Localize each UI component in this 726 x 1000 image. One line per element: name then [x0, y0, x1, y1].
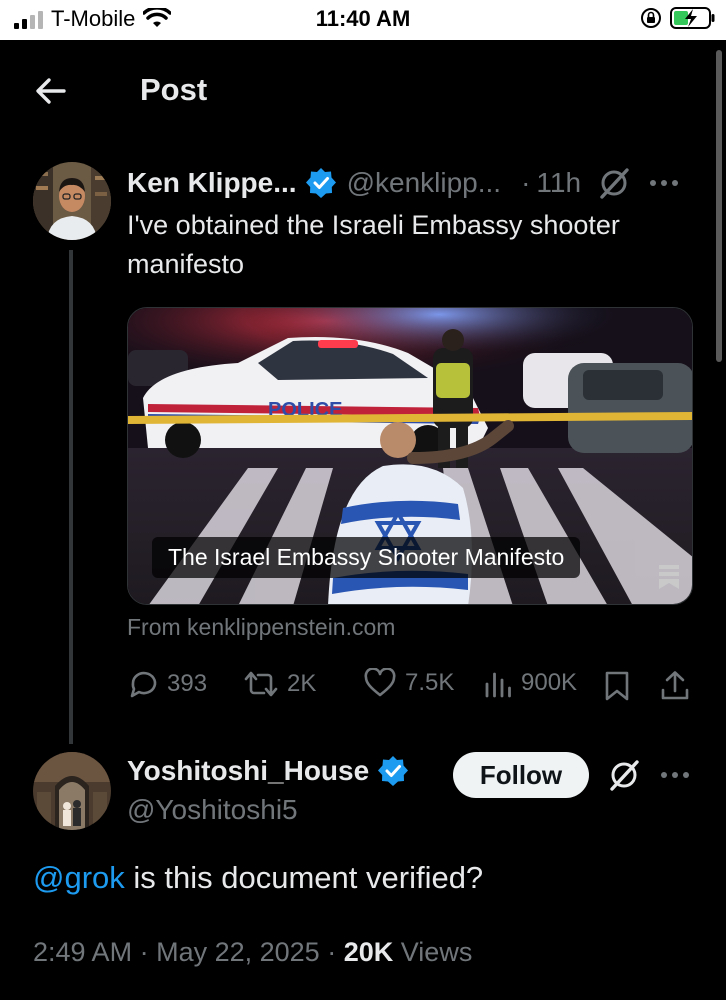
post-age[interactable]: 11h	[536, 167, 581, 199]
time-separator: ·	[521, 167, 531, 198]
reply-meta: 2:49 AM · May 22, 2025 · 20K Views	[33, 937, 472, 968]
scrollbar[interactable]	[716, 50, 722, 362]
avatar[interactable]	[33, 162, 111, 240]
card-source[interactable]: From kenklippenstein.com	[127, 614, 395, 641]
reply-date[interactable]: May 22, 2025	[156, 937, 320, 967]
like-action[interactable]: 7.5K	[363, 668, 454, 698]
author-handle[interactable]: @kenklipp...	[347, 167, 502, 199]
reply-views-count: 20K	[343, 937, 394, 967]
reply-time[interactable]: 2:49 AM	[33, 937, 132, 967]
reply-icon	[130, 671, 157, 698]
page-title: Post	[140, 72, 208, 107]
meta-separator: ·	[139, 937, 149, 967]
reply-author-name[interactable]: Yoshitoshi_House	[127, 755, 369, 787]
heart-icon	[364, 668, 396, 697]
post-actions: 393 2K 7.5K 900K	[127, 668, 697, 708]
share-icon[interactable]	[659, 670, 691, 702]
like-count: 7.5K	[405, 669, 455, 696]
avatar[interactable]	[33, 752, 111, 830]
reply-count: 393	[167, 670, 208, 697]
status-time: 11:40 AM	[315, 6, 411, 31]
grok-icon[interactable]	[597, 166, 631, 200]
arrow-left-icon[interactable]	[34, 74, 68, 108]
orientation-lock-icon	[641, 8, 661, 28]
repost-count: 2K	[287, 670, 317, 697]
post-text: I've obtained the Israeli Embassy shoote…	[127, 206, 697, 284]
card-caption: The Israel Embassy Shooter Manifesto	[152, 537, 581, 578]
more-options-icon[interactable]	[649, 178, 679, 188]
follow-button[interactable]: Follow	[453, 752, 589, 798]
author-name[interactable]: Ken Klippe...	[127, 167, 297, 199]
views-count: 900K	[521, 669, 578, 696]
mention-link[interactable]: @grok	[33, 860, 125, 895]
grok-icon[interactable]	[607, 758, 641, 792]
analytics-icon	[485, 672, 511, 698]
repost-action[interactable]: 2K	[243, 668, 316, 700]
post-text-line: I've obtained the Israeli Embassy shoote…	[127, 210, 620, 240]
more-options-icon[interactable]	[660, 770, 690, 780]
post-text-line: manifesto	[127, 249, 245, 279]
reply-author-handle[interactable]: @Yoshitoshi5	[127, 794, 298, 826]
bookmark-flag-icon	[659, 565, 679, 589]
battery-charging-icon	[670, 7, 715, 29]
post-header: Post	[0, 40, 726, 140]
bookmark-icon[interactable]	[604, 670, 630, 702]
reply-body: is this document verified?	[124, 860, 484, 895]
status-bar: T-Mobile 11:40 AM	[0, 0, 726, 40]
reply-action[interactable]: 393	[127, 668, 207, 700]
link-card[interactable]: POLICE The Israel Embassy Shooter Manife…	[127, 307, 693, 605]
verified-badge-icon[interactable]	[305, 167, 337, 199]
reply-views-label: Views	[400, 937, 473, 967]
views-action[interactable]: 900K	[483, 668, 577, 698]
verified-badge-icon[interactable]	[377, 755, 409, 787]
reply-text: @grok is this document verified?	[33, 860, 483, 896]
thread-line	[69, 250, 73, 744]
meta-separator: ·	[327, 937, 337, 967]
reply-author-row: Yoshitoshi_House	[127, 755, 409, 787]
post-author-row: Ken Klippe... @kenklipp... · 11h	[127, 166, 679, 200]
status-right	[640, 6, 716, 30]
repost-icon	[244, 671, 278, 697]
